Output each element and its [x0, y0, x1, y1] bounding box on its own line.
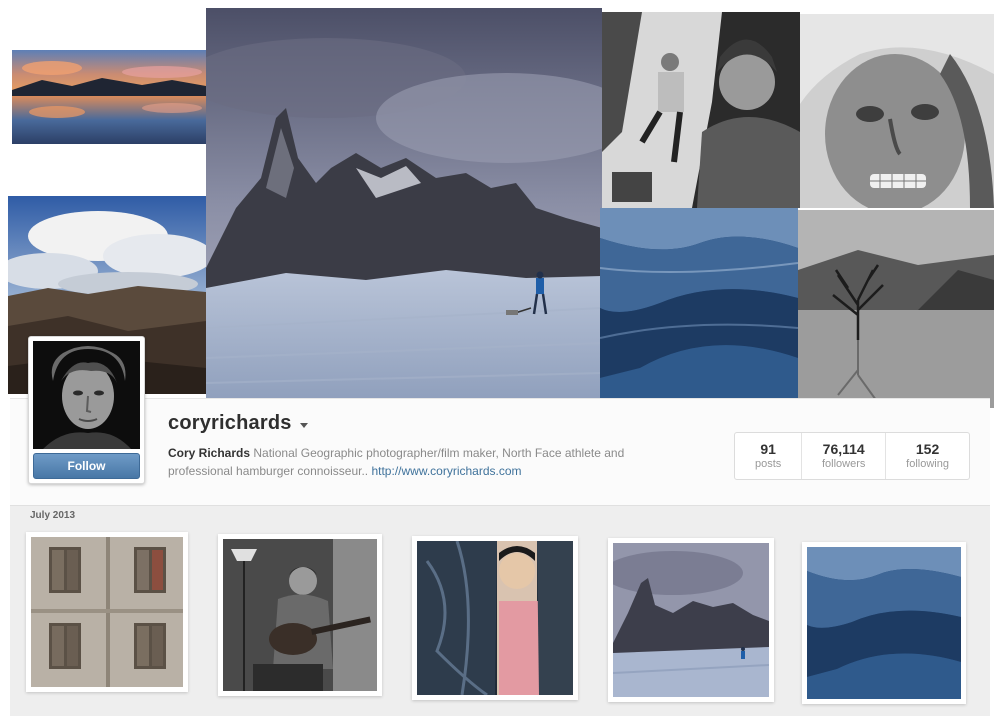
stat-followers[interactable]: 76,114 followers — [801, 433, 885, 479]
cover-photo-main-expedition[interactable] — [206, 8, 602, 402]
stat-posts-value: 91 — [760, 441, 776, 457]
cover-photo-climber-bw[interactable] — [602, 12, 800, 208]
stat-followers-label: followers — [822, 458, 866, 470]
cover-photo-tree-lake-bw[interactable] — [798, 210, 994, 408]
stat-posts[interactable]: 91 posts — [735, 433, 801, 479]
username: coryrichards — [168, 412, 292, 434]
avatar[interactable] — [33, 341, 140, 449]
post-thumbnail-building-windows[interactable] — [26, 532, 188, 692]
post-thumbnail-blue-ice[interactable] — [802, 542, 966, 704]
stat-following[interactable]: 152 following — [885, 433, 969, 479]
post-thumbnail-guitar-player[interactable] — [218, 534, 382, 696]
month-heading: July 2013 — [30, 510, 76, 521]
full-name: Cory Richards — [168, 446, 251, 460]
post-thumbnail-mountain-expedition[interactable] — [608, 538, 774, 702]
bio-text-line1: National Geographic photographer/film ma… — [253, 446, 625, 460]
cover-photo-lake-sunset[interactable] — [12, 50, 206, 144]
follow-button[interactable]: Follow — [33, 453, 140, 479]
cover-photo-blue-ice[interactable] — [600, 208, 798, 406]
post-thumbnail-jacket-portrait[interactable] — [412, 536, 578, 700]
username-row: coryrichards — [168, 412, 308, 435]
avatar-card: Follow — [28, 336, 145, 484]
website-link[interactable]: http://www.coryrichards.com — [371, 464, 521, 478]
bio-text-line2: professional hamburger connoisseur.. — [168, 464, 369, 478]
cover-photo-face-closeup-bw[interactable] — [800, 14, 994, 208]
stat-following-label: following — [906, 458, 949, 470]
caret-down-icon[interactable] — [299, 423, 308, 428]
stat-posts-label: posts — [754, 458, 782, 470]
profile-stats: 91 posts 76,114 followers 152 following — [734, 432, 970, 480]
stat-following-value: 152 — [915, 441, 940, 457]
profile-bio: Cory Richards National Geographic photog… — [168, 444, 708, 480]
stat-followers-value: 76,114 — [822, 441, 865, 457]
